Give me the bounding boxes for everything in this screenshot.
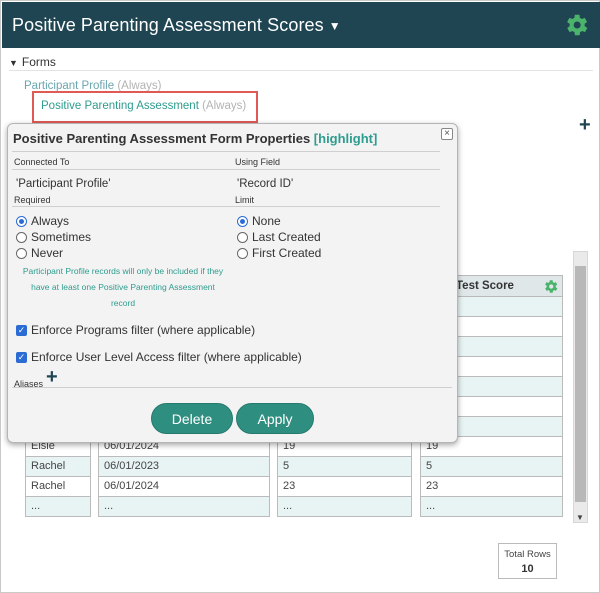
forms-section-header[interactable]: ▼ Forms	[9, 55, 593, 71]
checkbox-checked[interactable]: ✓	[16, 324, 27, 336]
table-cell: 23	[420, 477, 563, 497]
gear-icon[interactable]	[562, 11, 590, 39]
required-option-always[interactable]: Always	[16, 214, 69, 228]
total-rows-box: Total Rows 10	[498, 543, 557, 579]
report-header: Positive Parenting Assessment Scores ▼	[2, 2, 600, 48]
table-cell: 5	[420, 457, 563, 477]
report-title[interactable]: Positive Parenting Assessment Scores	[12, 15, 324, 36]
apply-button[interactable]: Apply	[236, 403, 314, 434]
radio-unselected[interactable]	[237, 247, 248, 259]
forms-section-label: Forms	[21, 55, 56, 69]
radio-unselected[interactable]	[16, 247, 27, 259]
table-cell: ...	[25, 497, 91, 517]
scrollbar-thumb[interactable]	[575, 266, 586, 502]
divider	[12, 151, 440, 152]
dialog-title-tag: [highlight]	[313, 131, 378, 146]
using-field-label: Using Field	[235, 157, 281, 167]
table-cell: Rachel	[25, 457, 91, 477]
delete-button[interactable]: Delete	[151, 403, 233, 434]
option-label: Never	[31, 246, 64, 260]
option-label: First Created	[252, 246, 322, 260]
using-field-value: 'Record ID'	[237, 178, 294, 190]
close-icon[interactable]: ×	[441, 128, 453, 140]
divider	[12, 169, 440, 170]
table-cell: 23	[277, 477, 412, 497]
option-label: Always	[31, 214, 70, 228]
form-properties-dialog: Positive Parenting Assessment Form Prope…	[7, 123, 458, 443]
enforce-programs-filter-checkbox[interactable]: ✓ Enforce Programs filter (where applicab…	[16, 323, 255, 337]
dialog-title-text: Positive Parenting Assessment Form Prope…	[13, 131, 311, 146]
title-dropdown-caret[interactable]: ▼	[329, 19, 341, 33]
limit-option-last-created[interactable]: Last Created	[237, 230, 321, 244]
checkbox-label: Enforce User Level Access filter (where …	[31, 350, 302, 364]
table-cell: Rachel	[25, 477, 91, 497]
dialog-title: Positive Parenting Assessment Form Prope…	[13, 131, 377, 146]
table-scrollbar[interactable]: ▼	[573, 251, 588, 523]
table-cell: ...	[98, 497, 270, 517]
scroll-down-arrow-icon[interactable]: ▼	[576, 513, 584, 522]
radio-selected[interactable]	[237, 215, 248, 227]
connected-to-label: Connected To	[14, 157, 70, 167]
limit-option-first-created[interactable]: First Created	[237, 246, 321, 260]
divider	[12, 206, 440, 207]
table-cell: 06/01/2023	[98, 457, 270, 477]
collapse-triangle-icon[interactable]: ▼	[9, 58, 18, 68]
add-alias-button[interactable]: +	[46, 367, 58, 387]
enforce-user-level-filter-checkbox[interactable]: ✓ Enforce User Level Access filter (where…	[16, 350, 302, 364]
total-rows-label: Total Rows	[504, 549, 551, 560]
radio-unselected[interactable]	[237, 231, 248, 243]
option-label: Last Created	[252, 230, 321, 244]
radio-selected[interactable]	[16, 215, 27, 227]
radio-unselected[interactable]	[16, 231, 27, 243]
checkbox-label: Enforce Programs filter (where applicabl…	[31, 323, 256, 337]
inclusion-note: Participant Profile records will only be…	[22, 266, 224, 308]
limit-option-none[interactable]: None	[237, 214, 281, 228]
form-item-name: Positive Parenting Assessment	[41, 100, 199, 112]
required-label: Required	[14, 195, 51, 205]
connected-to-value: 'Participant Profile'	[16, 178, 111, 190]
total-rows-value: 10	[521, 563, 534, 575]
checkbox-checked[interactable]: ✓	[16, 351, 27, 363]
form-item-positive-parenting-assessment[interactable]: Positive Parenting Assessment (Always)	[41, 100, 246, 112]
table-cell: ...	[420, 497, 563, 517]
divider	[12, 387, 452, 388]
table-cell: 06/01/2024	[98, 477, 270, 497]
gear-icon[interactable]	[542, 278, 559, 295]
option-label: None	[252, 214, 281, 228]
table-cell: 5	[277, 457, 412, 477]
add-form-button[interactable]: +	[579, 115, 591, 135]
form-item-mode: (Always)	[202, 100, 247, 112]
app-window: Positive Parenting Assessment Scores ▼ ▼…	[0, 0, 600, 593]
required-option-sometimes[interactable]: Sometimes	[16, 230, 91, 244]
option-label: Sometimes	[31, 230, 92, 244]
required-option-never[interactable]: Never	[16, 246, 63, 260]
limit-label: Limit	[235, 195, 255, 205]
table-cell: ...	[277, 497, 412, 517]
